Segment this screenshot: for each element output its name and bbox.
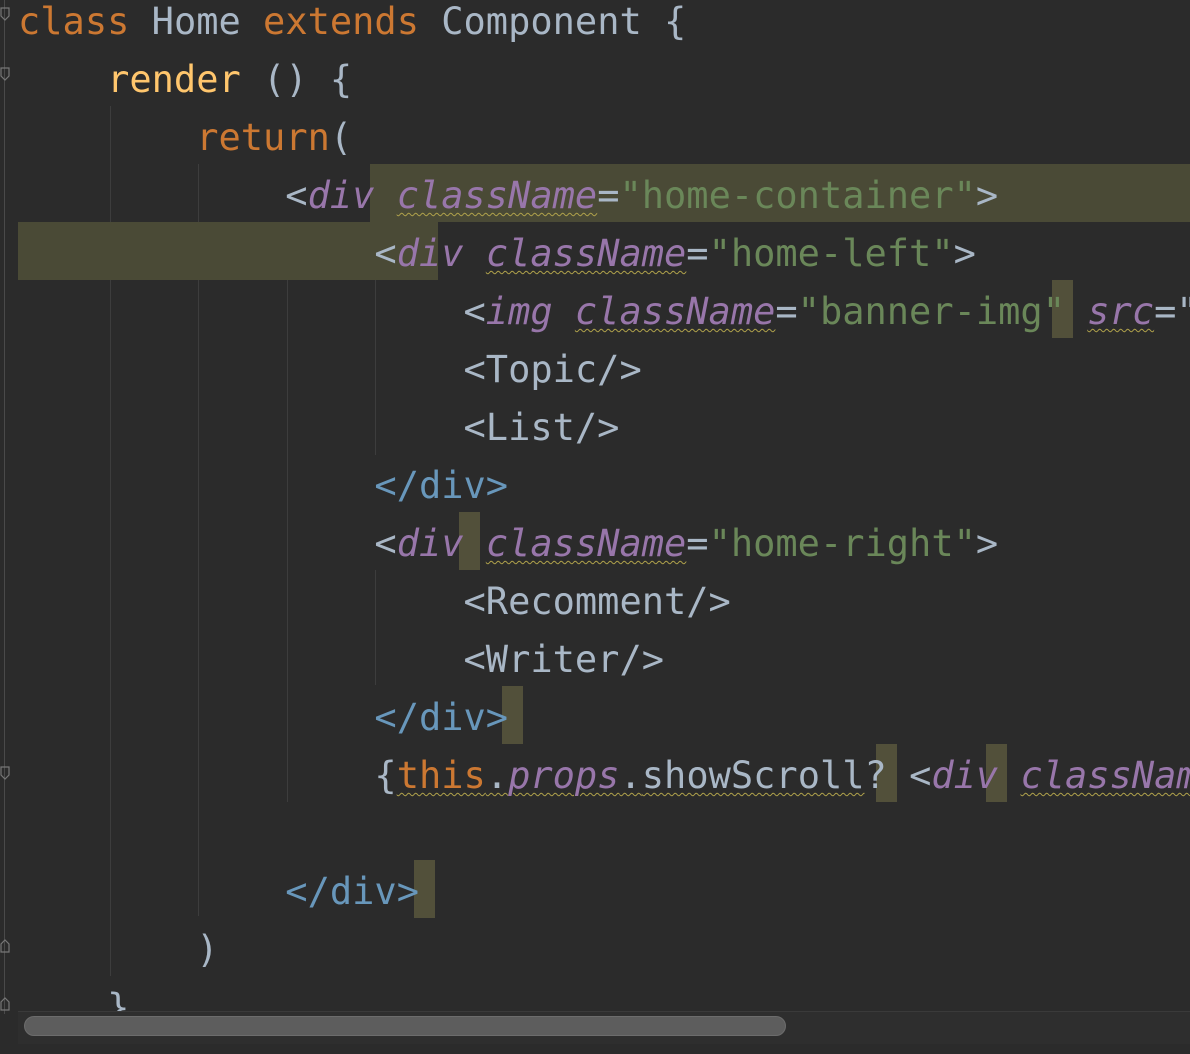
code-line[interactable]: <Writer/> bbox=[18, 631, 665, 689]
horizontal-scrollbar[interactable] bbox=[18, 1011, 1190, 1044]
fold-icon[interactable] bbox=[0, 936, 10, 954]
code-line[interactable]: render () { bbox=[18, 51, 352, 109]
code-token: > bbox=[396, 870, 419, 913]
code-line[interactable]: <img className="banner-img" src="/ bbox=[18, 283, 1190, 341]
code-token: className bbox=[574, 290, 776, 333]
code-token: = bbox=[775, 290, 798, 333]
code-token: > bbox=[975, 174, 999, 217]
code-token: > bbox=[485, 464, 509, 507]
code-line[interactable]: return( bbox=[18, 109, 352, 167]
fold-icon[interactable] bbox=[0, 994, 10, 1012]
code-token: src bbox=[1087, 290, 1155, 333]
code-line[interactable]: <Recomment/> bbox=[18, 573, 731, 631]
code-line[interactable]: </div> bbox=[18, 457, 508, 515]
fold-icon[interactable] bbox=[0, 6, 10, 24]
code-token: > bbox=[485, 696, 509, 739]
code-line[interactable]: <div className="home-right"> bbox=[18, 515, 998, 573]
code-line[interactable]: <div className="home-left"> bbox=[18, 225, 976, 283]
code-line[interactable]: <div className="home-container"> bbox=[18, 167, 998, 225]
code-token: <Writer/> bbox=[18, 638, 665, 681]
code-token: div bbox=[396, 232, 464, 275]
code-token: <List/> bbox=[18, 406, 620, 449]
code-token: < bbox=[18, 290, 486, 333]
code-token: className bbox=[485, 522, 687, 565]
code-token: img bbox=[485, 290, 553, 333]
code-token: ="/ bbox=[1154, 290, 1190, 333]
code-token: </ bbox=[18, 870, 330, 913]
code-token: classNam bbox=[1020, 754, 1190, 797]
code-token: </ bbox=[18, 464, 419, 507]
code-token: return bbox=[196, 116, 330, 159]
code-token: Home bbox=[129, 0, 264, 43]
code-token: div bbox=[418, 464, 486, 507]
code-token: ) bbox=[18, 928, 219, 971]
code-token: ? < bbox=[864, 754, 932, 797]
code-line[interactable]: <Topic/> bbox=[18, 341, 642, 399]
code-token: "home-left" bbox=[708, 232, 954, 275]
code-token: > bbox=[975, 522, 999, 565]
code-token: > bbox=[953, 232, 976, 275]
code-line[interactable]: </div> bbox=[18, 863, 419, 921]
code-token: <Recomment/> bbox=[18, 580, 731, 623]
code-token: div bbox=[329, 870, 397, 913]
code-token: Component { bbox=[418, 0, 687, 43]
code-line[interactable]: <List/> bbox=[18, 399, 620, 457]
code-token: div bbox=[307, 174, 375, 217]
code-token: . bbox=[619, 754, 642, 797]
code-token: < bbox=[18, 522, 397, 565]
code-line[interactable]: </div> bbox=[18, 689, 508, 747]
code-token: . bbox=[485, 754, 509, 797]
code-token: </ bbox=[18, 696, 419, 739]
fold-icon[interactable] bbox=[0, 765, 10, 783]
code-token: < bbox=[18, 174, 308, 217]
code-token: "banner-img" bbox=[797, 290, 1065, 333]
code-token: class bbox=[18, 0, 130, 43]
code-token: () { bbox=[240, 58, 353, 101]
code-token: div bbox=[931, 754, 999, 797]
code-token: extends bbox=[263, 0, 419, 43]
code-line[interactable]: class Home extends Component { bbox=[18, 0, 686, 51]
code-token: div bbox=[418, 696, 486, 739]
code-token: "home-right" bbox=[708, 522, 976, 565]
code-token: = bbox=[597, 174, 620, 217]
code-token: < bbox=[18, 232, 397, 275]
code-editor[interactable]: class Home extends Component { render ()… bbox=[0, 0, 1190, 1054]
code-token: = bbox=[686, 232, 709, 275]
code-token: className bbox=[485, 232, 687, 275]
code-line[interactable]: ) bbox=[18, 921, 218, 979]
scrollbar-thumb[interactable] bbox=[24, 1016, 786, 1036]
code-token: this bbox=[396, 754, 486, 797]
code-token: showScroll bbox=[641, 754, 865, 797]
code-line[interactable]: {this.props.showScroll? <div className bbox=[18, 747, 1190, 805]
code-token: render bbox=[107, 58, 241, 101]
editor-gutter bbox=[0, 0, 16, 1054]
code-token: = bbox=[686, 522, 709, 565]
code-token: className bbox=[396, 174, 598, 217]
code-token: "home-container" bbox=[619, 174, 976, 217]
code-token: { bbox=[18, 754, 397, 797]
code-token: div bbox=[396, 522, 464, 565]
fold-icon[interactable] bbox=[0, 66, 10, 84]
gutter-line bbox=[4, 0, 5, 1014]
code-token: <Topic/> bbox=[18, 348, 642, 391]
code-token: props bbox=[508, 754, 620, 797]
code-token: ( bbox=[329, 116, 353, 159]
